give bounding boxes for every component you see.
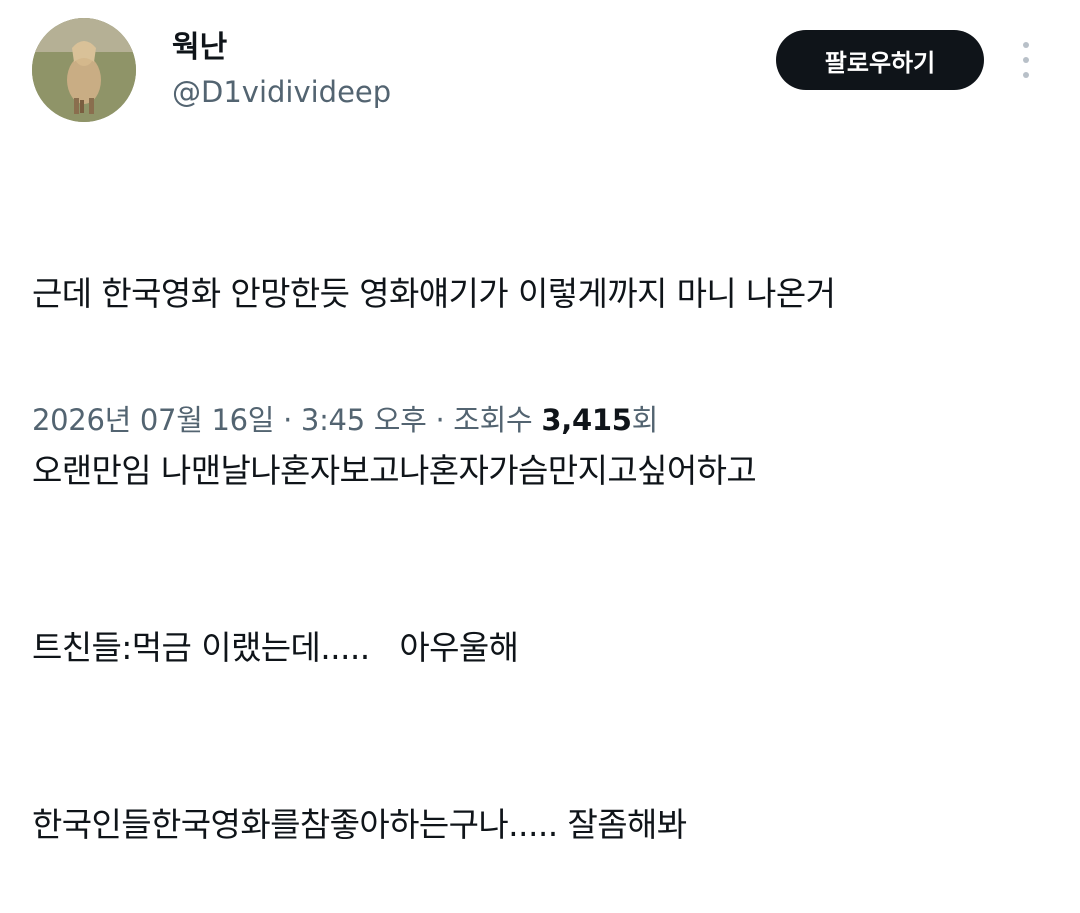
more-options-icon[interactable] (1014, 42, 1038, 78)
tweet-text: 근데 한국영화 안망한듯 영화얘기가 이렇게까지 마니 나온거 오랜만임 나맨날… (32, 146, 1062, 913)
more-dot (1023, 72, 1029, 78)
tweet-line: 근데 한국영화 안망한듯 영화얘기가 이렇게까지 마니 나온거 (32, 274, 836, 313)
more-dot (1023, 42, 1029, 48)
tweet-line: 트친들:먹금 이랬는데..... 아우울해 (32, 628, 519, 667)
author-display-name[interactable]: 웍난 (172, 30, 227, 66)
tweet-line: 오랜만임 나맨날나혼자보고나혼자가슴만지고싶어하고 (32, 451, 757, 490)
tweet-datetime[interactable]: 2026년 07월 16일 · 3:45 오후 · 조회수 (32, 403, 541, 437)
tweet-meta: 2026년 07월 16일 · 3:45 오후 · 조회수 3,415회 (32, 400, 658, 440)
avatar[interactable] (32, 18, 136, 122)
pony-photo (32, 18, 136, 122)
tweet-line: 한국인들한국영화를참좋아하는구나..... 잘좀해봐 (32, 805, 687, 844)
views-unit: 회 (631, 403, 659, 437)
more-dot (1023, 57, 1029, 63)
views-count: 3,415 (541, 403, 632, 437)
author-handle[interactable]: @D1vidivideep (172, 74, 391, 110)
follow-button[interactable]: 팔로우하기 (776, 30, 984, 90)
